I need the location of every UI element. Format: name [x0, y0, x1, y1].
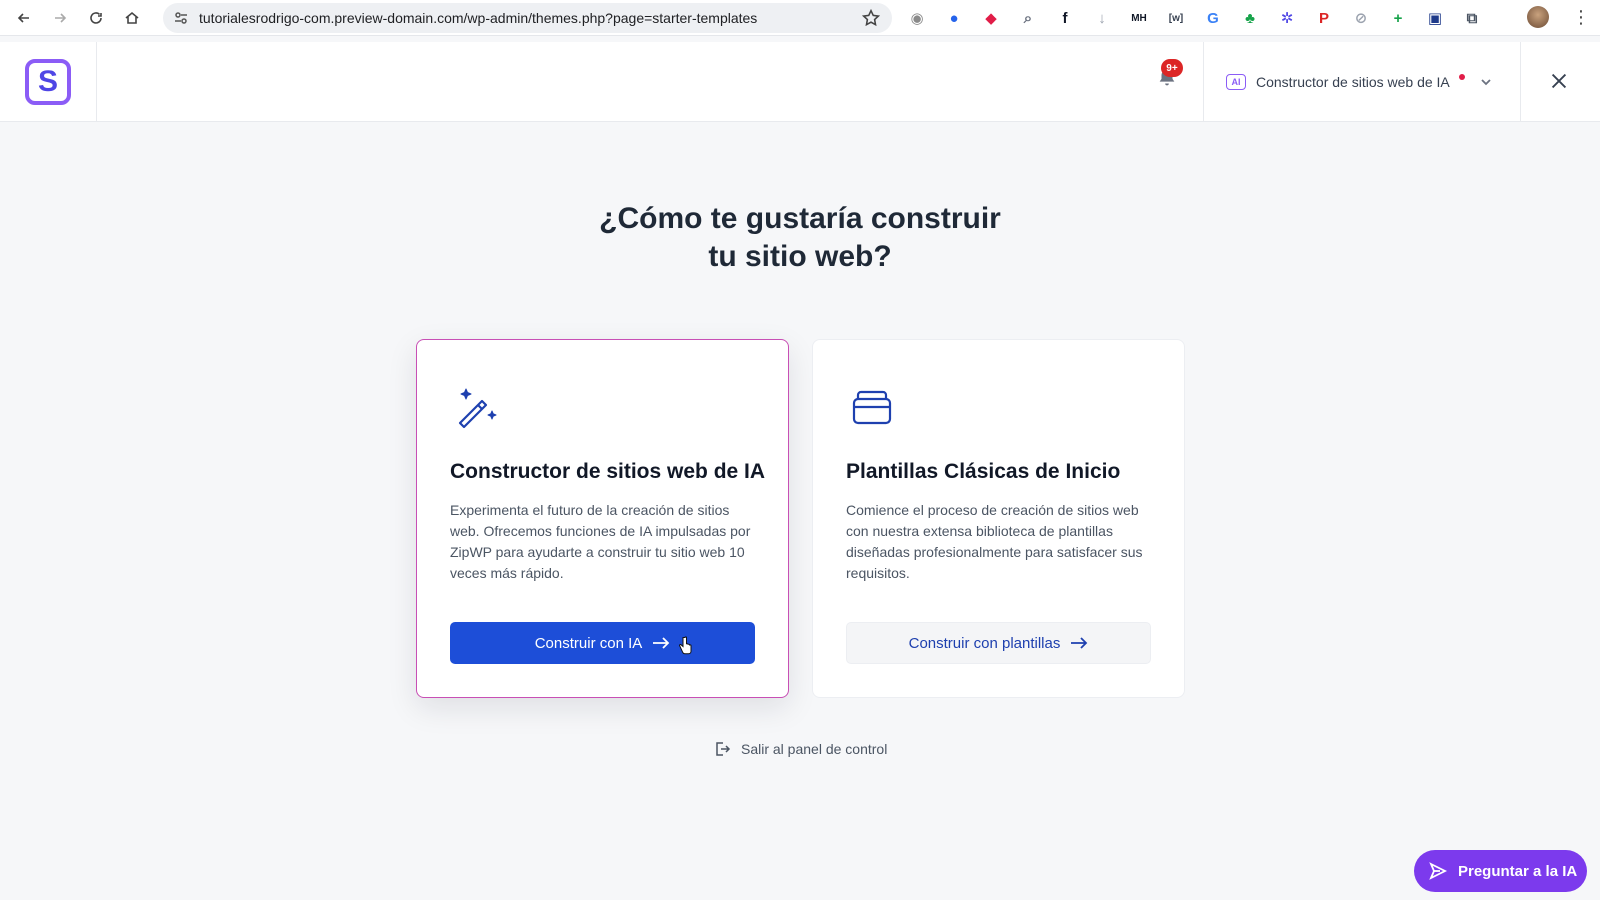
hand-cursor-icon	[679, 636, 692, 655]
logo-container: S	[0, 42, 97, 122]
blue-circle-extension-icon[interactable]: ●	[942, 6, 966, 30]
exit-to-dashboard-label: Salir al panel de control	[741, 741, 888, 757]
build-with-ai-label: Construir con IA	[534, 634, 643, 652]
bracket-w-extension-icon[interactable]: [w]	[1164, 6, 1188, 30]
page-title: ¿Cómo te gustaría construir tu sitio web…	[400, 200, 1200, 276]
browser-menu-icon[interactable]: ⋮	[1572, 8, 1590, 28]
build-with-ai-button[interactable]: Construir con IA	[450, 622, 755, 664]
pinterest-extension-icon[interactable]: P	[1312, 6, 1336, 30]
home-icon[interactable]	[120, 6, 144, 30]
classic-templates-description: Comience el proceso de creación de sitio…	[846, 502, 1143, 581]
arrow-right-icon	[653, 637, 670, 649]
app-header: S 9+ AI Constructor de sitios web de IA	[0, 42, 1600, 122]
close-icon[interactable]	[1548, 70, 1572, 94]
translate-extension-icon[interactable]: G	[1201, 6, 1225, 30]
leaf-extension-icon[interactable]: ♣	[1238, 6, 1262, 30]
ask-ai-button[interactable]: Preguntar a la IA	[1414, 850, 1587, 892]
font-extension-icon[interactable]: f	[1053, 6, 1077, 30]
build-with-templates-button[interactable]: Construir con plantillas	[846, 622, 1151, 664]
reload-icon[interactable]	[84, 6, 108, 30]
puzzle-extension-icon[interactable]: ⧉	[1460, 6, 1484, 30]
forward-arrow-icon[interactable]	[48, 6, 72, 30]
builder-mode-dropdown[interactable]: AI Constructor de sitios web de IA	[1203, 42, 1521, 122]
extensions-toolbar: ◉ ● ◆ ⌕ f ↓ MH [w] G ♣ ✲ P ⊘ + ▣ ⧉	[905, 6, 1484, 30]
address-bar[interactable]: tutorialesrodrigo-com.preview-domain.com…	[163, 3, 892, 33]
ai-builder-description: Experimenta el futuro de la creación de …	[450, 502, 751, 581]
arrow-right-icon	[1071, 637, 1088, 649]
mh-extension-icon[interactable]: MH	[1127, 6, 1151, 30]
color-picker-extension-icon[interactable]: ◆	[979, 6, 1003, 30]
classic-templates-title: Plantillas Clásicas de Inicio	[846, 460, 1121, 483]
screen-extension-icon[interactable]: ▣	[1423, 6, 1447, 30]
camera-extension-icon[interactable]: ◉	[905, 6, 929, 30]
compass-extension-icon[interactable]: ⊘	[1349, 6, 1373, 30]
status-dot	[1458, 74, 1465, 80]
page-title-line-2: tu sitio web?	[708, 240, 892, 273]
sparkle-send-icon	[1429, 862, 1448, 880]
starter-templates-logo[interactable]: S	[25, 59, 71, 105]
page-title-line-1: ¿Cómo te gustaría construir	[599, 202, 1001, 235]
site-settings-icon[interactable]	[173, 9, 191, 27]
ai-builder-title: Constructor de sitios web de IA	[450, 460, 766, 483]
plus-extension-icon[interactable]: +	[1386, 6, 1410, 30]
magnifier-extension-icon[interactable]: ⌕	[1016, 6, 1040, 30]
classic-templates-card[interactable]: Plantillas Clásicas de Inicio Comience e…	[812, 339, 1185, 698]
build-with-templates-label: Construir con plantillas	[908, 634, 1061, 652]
download-extension-icon[interactable]: ↓	[1090, 6, 1114, 30]
exit-door-icon	[716, 742, 731, 756]
back-arrow-icon[interactable]	[12, 6, 36, 30]
ai-builder-card[interactable]: Constructor de sitios web de IA Experime…	[416, 339, 789, 698]
ask-ai-label: Preguntar a la IA	[1458, 862, 1578, 880]
url-text: tutorialesrodrigo-com.preview-domain.com…	[199, 10, 758, 26]
notification-count-badge: 9+	[1161, 59, 1183, 77]
exit-to-dashboard-link[interactable]: Salir al panel de control	[713, 740, 887, 758]
bookmark-star-icon[interactable]	[861, 8, 881, 27]
ai-chip-icon: AI	[1226, 74, 1246, 90]
archive-box-icon	[850, 385, 894, 429]
browser-toolbar: tutorialesrodrigo-com.preview-domain.com…	[0, 0, 1600, 36]
chevron-down-icon	[1479, 75, 1493, 89]
builder-mode-label: Constructor de sitios web de IA	[1256, 74, 1450, 90]
gear-extension-icon[interactable]: ✲	[1275, 6, 1299, 30]
profile-avatar[interactable]	[1527, 6, 1549, 28]
magic-wand-icon	[454, 385, 498, 429]
